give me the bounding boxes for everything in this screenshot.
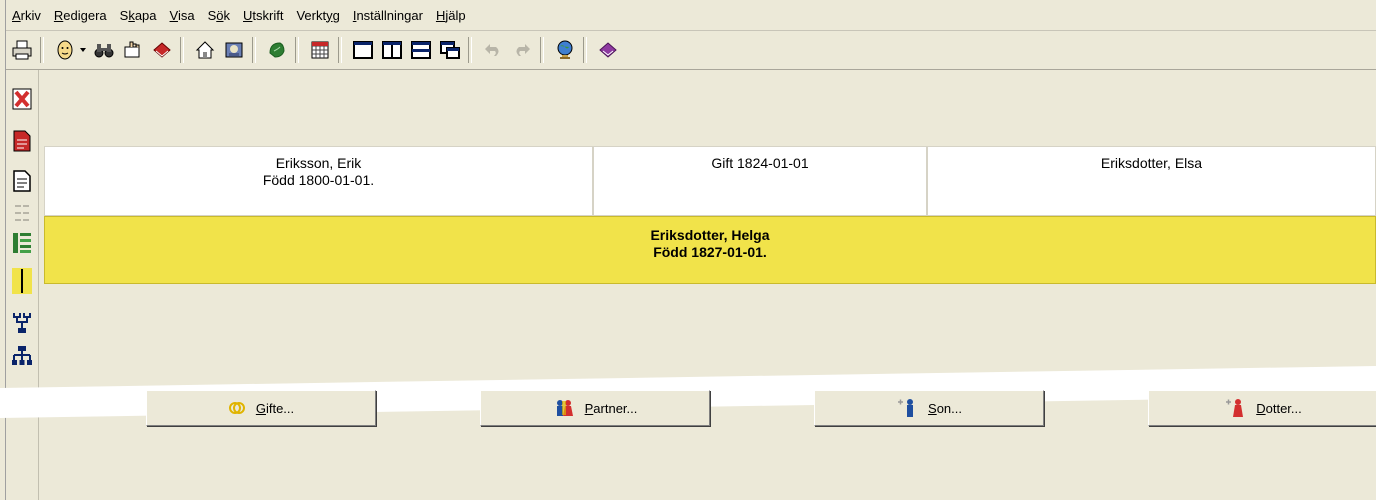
print-icon[interactable] [9, 37, 35, 63]
child-card-selected[interactable]: Eriksdotter, Helga Född 1827-01-01. [44, 216, 1376, 284]
add-female-icon [1224, 398, 1246, 418]
family-view: Eriksson, Erik Född 1800-01-01. Gift 182… [40, 70, 1376, 500]
toolbar [6, 31, 1376, 70]
add-male-icon [896, 398, 918, 418]
wife-name: Eriksdotter, Elsa [1100, 155, 1203, 171]
menu-hjalp[interactable]: Hjälp [430, 8, 473, 23]
family-line-icon[interactable] [8, 266, 36, 296]
marriage-date: Gift 1824-01-01 [711, 155, 809, 171]
husband-name: Eriksson, Erik [275, 155, 362, 171]
menu-visa[interactable]: Visa [164, 8, 202, 23]
menu-installningar[interactable]: Inställningar [347, 8, 430, 23]
menu-arkiv[interactable]: Arkiv [6, 8, 48, 23]
image-icon[interactable] [221, 37, 247, 63]
add-marriage-button[interactable]: Gifte... [146, 390, 376, 426]
toolbar-separator [583, 37, 587, 63]
menu-verktyg[interactable]: Verktyg [290, 8, 346, 23]
redo-icon[interactable] [509, 37, 535, 63]
globe-icon[interactable] [552, 37, 578, 63]
toolbar-separator [295, 37, 299, 63]
view-horizontal-icon[interactable] [408, 37, 434, 63]
book-icon[interactable] [149, 37, 175, 63]
view-single-icon[interactable] [350, 37, 376, 63]
dropdown-arrow-icon[interactable] [78, 37, 88, 63]
child-birth: Född 1827-01-01. [653, 244, 767, 260]
left-toolbar [6, 70, 39, 500]
toolbar-separator [252, 37, 256, 63]
menu-redigera[interactable]: Redigera [48, 8, 114, 23]
tree-disabled-icon [8, 198, 36, 228]
child-name: Eriksdotter, Helga [650, 227, 770, 243]
calendar-icon[interactable] [307, 37, 333, 63]
hand-icon[interactable] [120, 37, 146, 63]
husband-birth: Född 1800-01-01. [262, 172, 375, 188]
toolbar-separator [180, 37, 184, 63]
couple-icon [553, 398, 575, 418]
toolbar-separator [540, 37, 544, 63]
undo-icon[interactable] [480, 37, 506, 63]
view-cascade-icon[interactable] [437, 37, 463, 63]
add-partner-button[interactable]: Partner... [480, 390, 710, 426]
rings-icon [228, 399, 246, 417]
leaf-icon[interactable] [264, 37, 290, 63]
delete-icon[interactable] [8, 84, 36, 114]
toolbar-separator [338, 37, 342, 63]
edit-record-icon[interactable] [8, 126, 36, 156]
wife-card[interactable]: Eriksdotter, Elsa [927, 146, 1376, 216]
marriage-card[interactable]: Gift 1824-01-01 [593, 146, 927, 216]
document-icon[interactable] [8, 166, 36, 196]
add-son-button[interactable]: Son... [814, 390, 1044, 426]
toolbar-separator [40, 37, 44, 63]
menu-bar: Arkiv Redigera Skapa Visa Sök Utskrift V… [6, 0, 1376, 31]
ancestors-icon[interactable] [8, 308, 36, 338]
husband-card[interactable]: Eriksson, Erik Född 1800-01-01. [44, 146, 593, 216]
descendants-icon[interactable] [8, 342, 36, 372]
help-book-icon[interactable] [595, 37, 621, 63]
menu-skapa[interactable]: Skapa [114, 8, 164, 23]
list-green-icon[interactable] [8, 228, 36, 258]
toolbar-separator [468, 37, 472, 63]
menu-utskrift[interactable]: Utskrift [237, 8, 290, 23]
binoculars-icon[interactable] [91, 37, 117, 63]
home-icon[interactable] [192, 37, 218, 63]
view-split-icon[interactable] [379, 37, 405, 63]
add-daughter-button[interactable]: Dotter... [1148, 390, 1376, 426]
person-icon[interactable] [52, 37, 78, 63]
menu-sok[interactable]: Sök [202, 8, 237, 23]
